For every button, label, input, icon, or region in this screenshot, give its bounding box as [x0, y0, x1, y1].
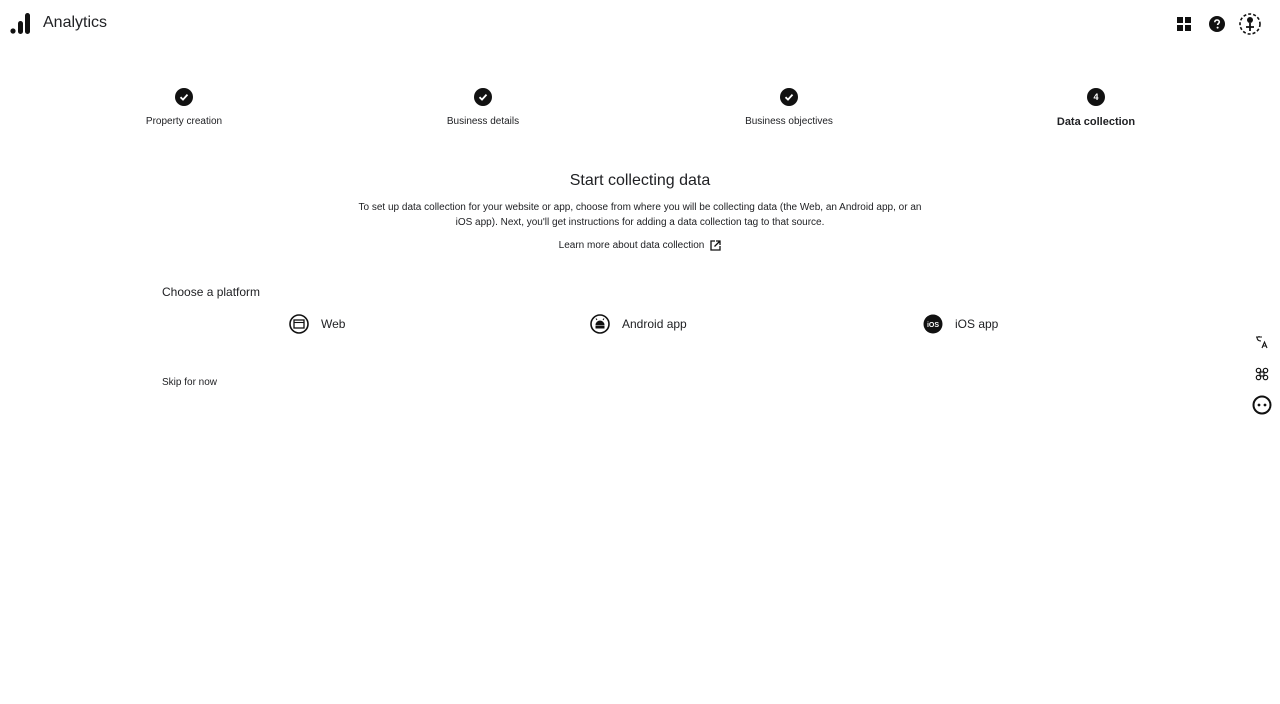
account-button[interactable] [1238, 12, 1262, 36]
choose-platform-label: Choose a platform [162, 285, 261, 299]
platform-web-option[interactable]: Web [289, 313, 345, 335]
account-avatar-icon [1239, 13, 1261, 35]
apps-grid-icon [1177, 17, 1191, 31]
platform-ios-option[interactable]: iOS iOS app [923, 313, 998, 335]
step-label: Business objectives [745, 116, 833, 127]
step-number: 4 [1093, 92, 1099, 102]
step-label: Property creation [145, 116, 223, 127]
step-data-collection: 4 Data collection [996, 88, 1196, 128]
step-current-indicator: 4 [1087, 88, 1105, 106]
learn-more-label: Learn more about data collection [558, 240, 705, 251]
page-title: Start collecting data [569, 172, 711, 189]
ios-icon: iOS [923, 314, 943, 334]
help-button[interactable] [1205, 12, 1229, 36]
command-button[interactable] [1252, 364, 1272, 384]
top-app-bar: Analytics [0, 0, 1280, 48]
open-in-new-icon [710, 240, 721, 251]
step-business-objectives: Business objectives [689, 88, 889, 127]
svg-text:iOS: iOS [927, 322, 939, 329]
platform-label: Android app [622, 317, 687, 331]
android-icon [590, 314, 610, 334]
globe-icon [289, 314, 309, 334]
feedback-button[interactable] [1252, 395, 1272, 415]
platform-android-option[interactable]: Android app [590, 313, 687, 335]
analytics-logo[interactable] [10, 12, 32, 34]
face-icon [1252, 395, 1272, 415]
step-label: Data collection [1056, 116, 1136, 128]
intro-text: To set up data collection for your websi… [358, 202, 922, 228]
apps-grid-button[interactable] [1172, 12, 1196, 36]
learn-more-link[interactable]: Learn more about data collection [0, 240, 1280, 251]
skip-for-now-button[interactable]: Skip for now [162, 377, 217, 388]
step-business-details: Business details [383, 88, 583, 127]
step-complete-icon [780, 88, 798, 106]
step-complete-icon [474, 88, 492, 106]
command-icon [1255, 367, 1269, 381]
app-title: Analytics [43, 14, 108, 31]
platform-label: Web [321, 317, 346, 331]
help-icon [1209, 16, 1225, 32]
step-label: Business details [446, 116, 520, 127]
step-property-creation: Property creation [84, 88, 284, 127]
platform-label: iOS app [955, 317, 999, 331]
translate-button[interactable] [1252, 332, 1272, 352]
step-complete-icon [175, 88, 193, 106]
translate-icon [1256, 336, 1268, 349]
